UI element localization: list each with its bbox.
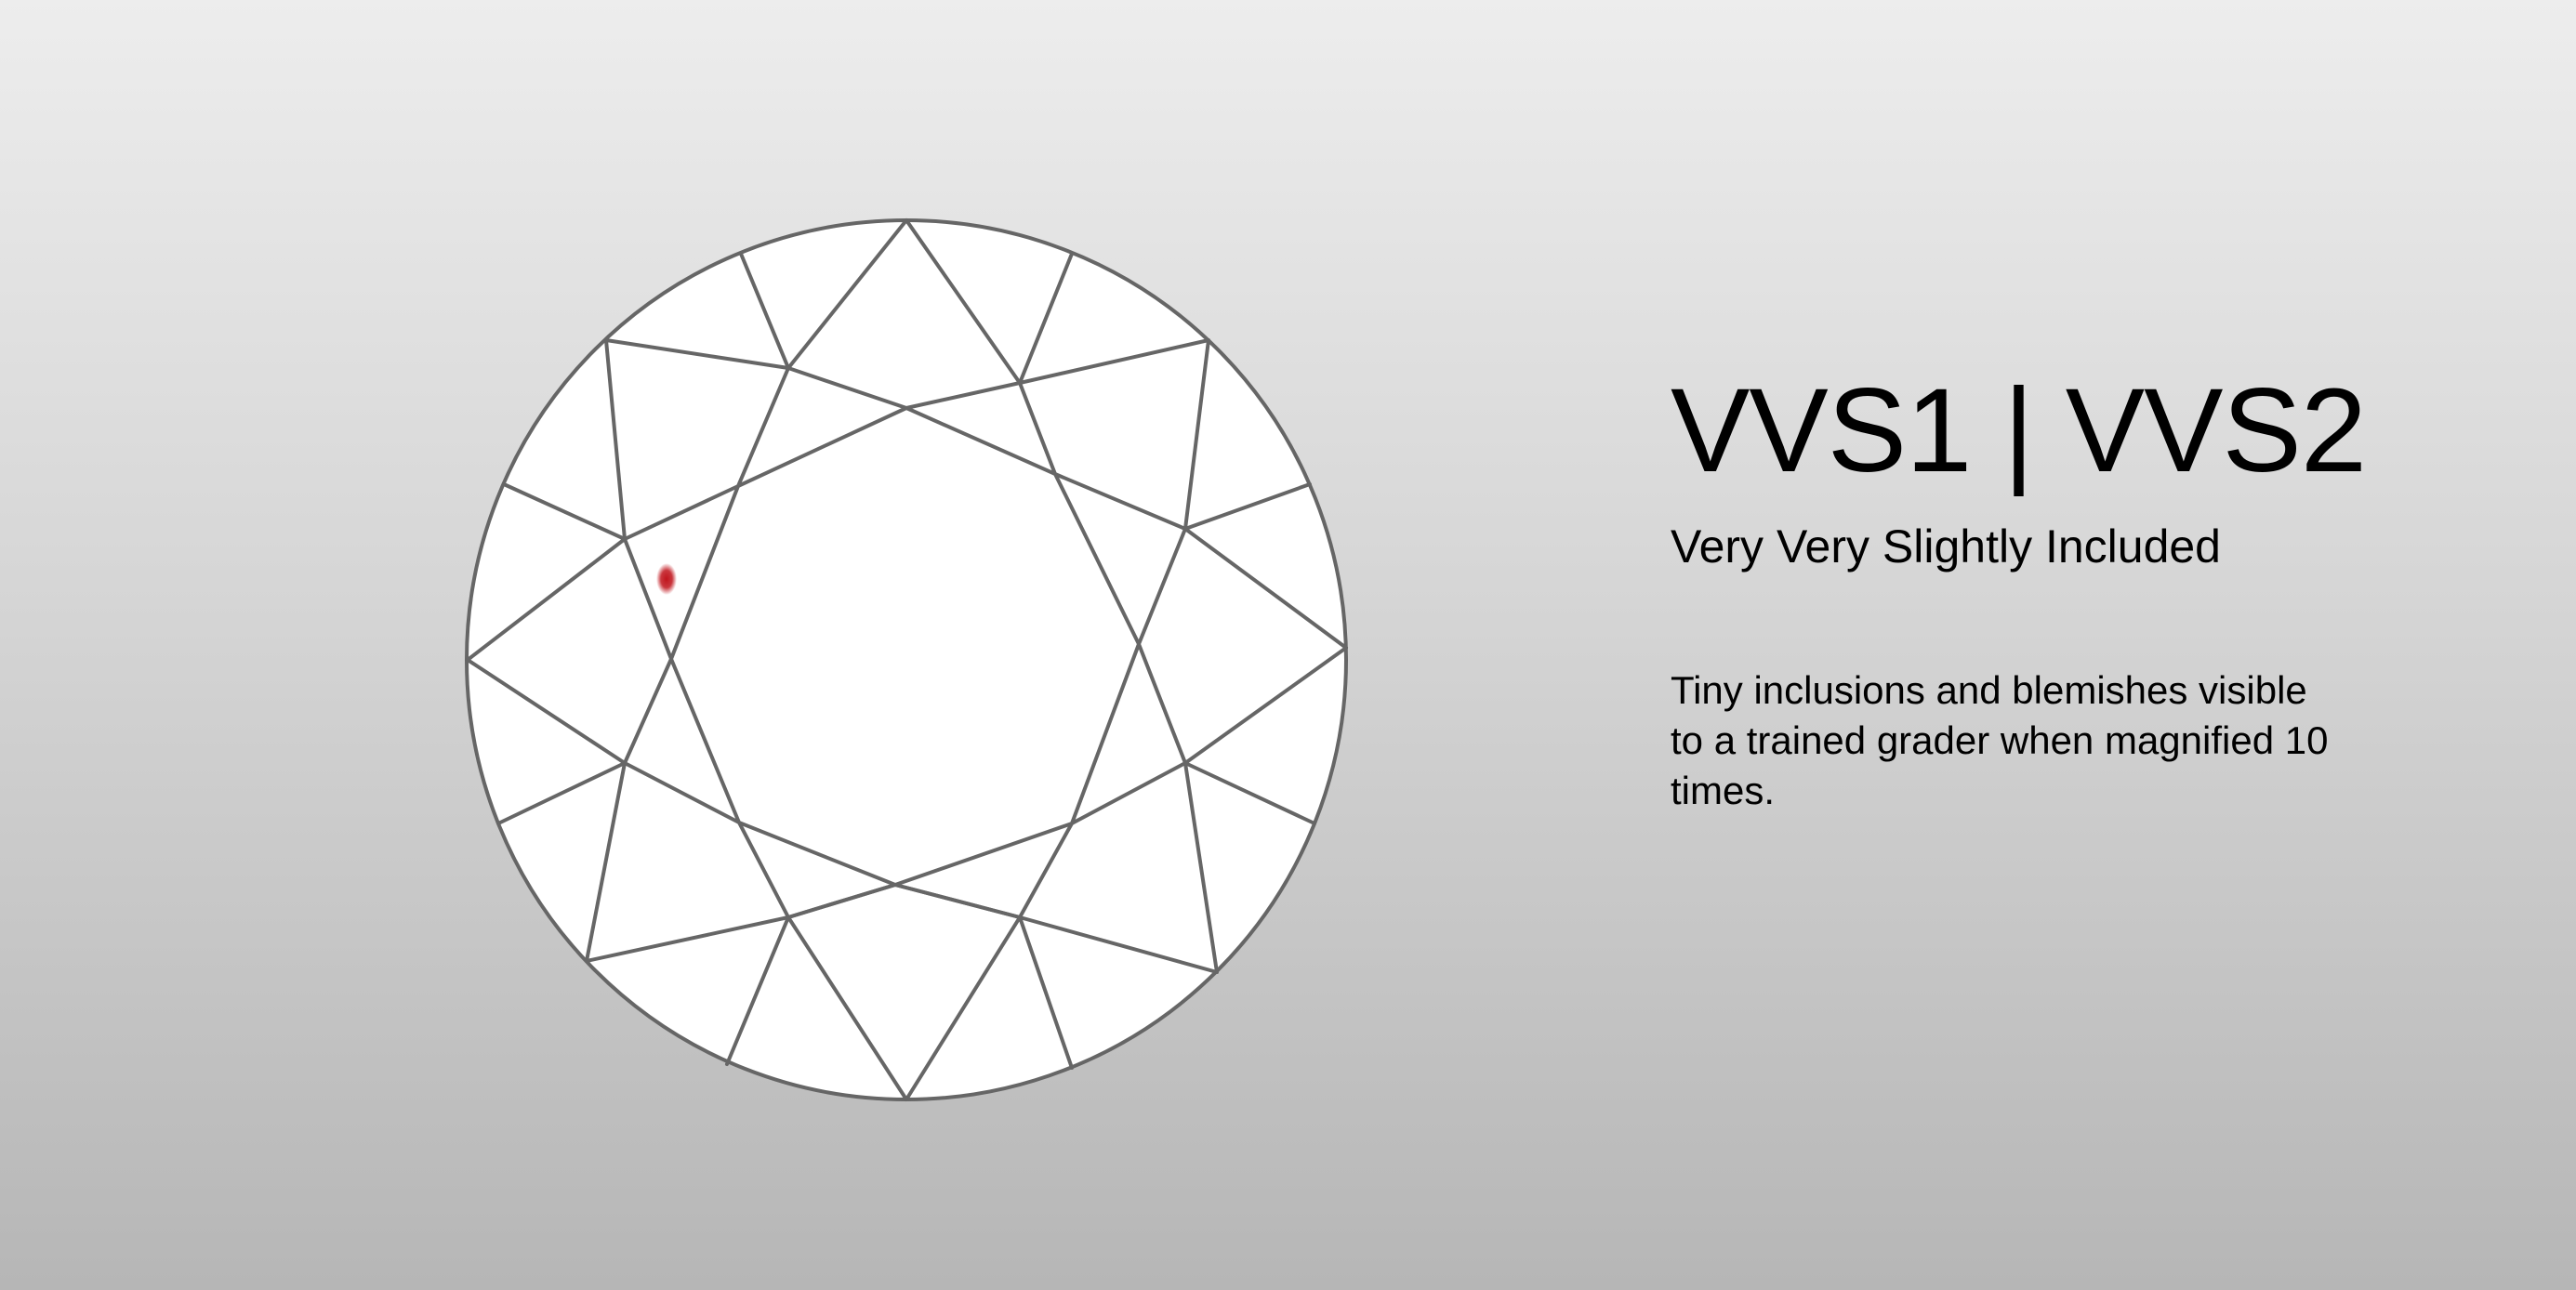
grade-info-panel: VVS1 | VVS2 Very Very Slightly Included … [1671,372,2507,816]
grade-title: VVS1 | VVS2 [1671,364,2367,497]
inclusion-mark [656,563,677,595]
clarity-grade-slide: VVS1 | VVS2 Very Very Slightly Included … [0,0,2576,1290]
grade-description: Tiny inclusions and blemishes visible to… [1671,668,2329,812]
grade-subtitle: Very Very Slightly Included [1671,520,2221,573]
diamond-girdle-outline [465,218,1348,1101]
